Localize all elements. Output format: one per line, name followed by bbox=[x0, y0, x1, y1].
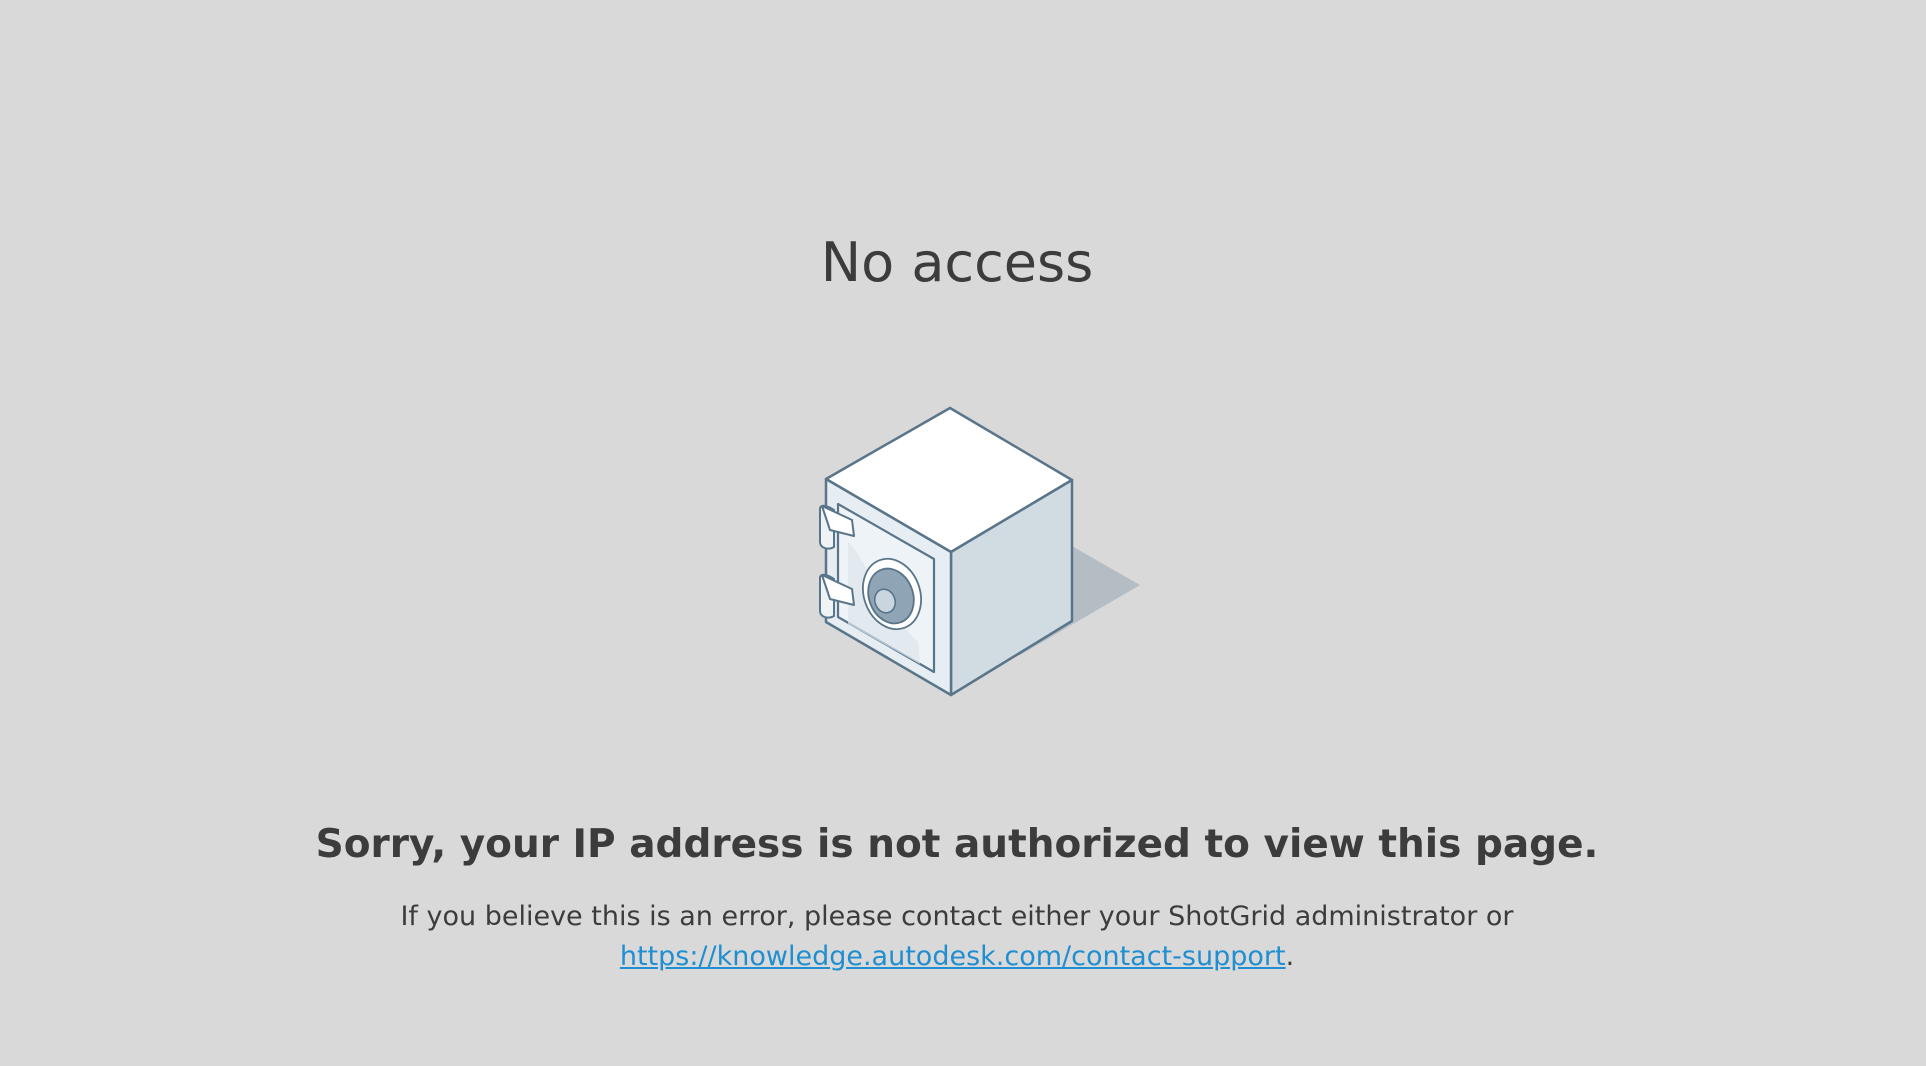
page-title: No access bbox=[820, 231, 1094, 294]
message-text: If you believe this is an error, please … bbox=[400, 901, 1514, 932]
safe-icon bbox=[819, 406, 1140, 697]
error-message: If you believe this is an error, please … bbox=[0, 897, 1914, 977]
contact-support-link[interactable]: https://knowledge.autodesk.com/contact-s… bbox=[620, 941, 1286, 972]
error-headline: Sorry, your IP address is not authorized… bbox=[315, 822, 1599, 867]
message-end: . bbox=[1285, 941, 1295, 972]
no-access-page: No access Sorry, your IP address is not … bbox=[0, 0, 1926, 1066]
safe-illustration bbox=[808, 402, 1148, 702]
